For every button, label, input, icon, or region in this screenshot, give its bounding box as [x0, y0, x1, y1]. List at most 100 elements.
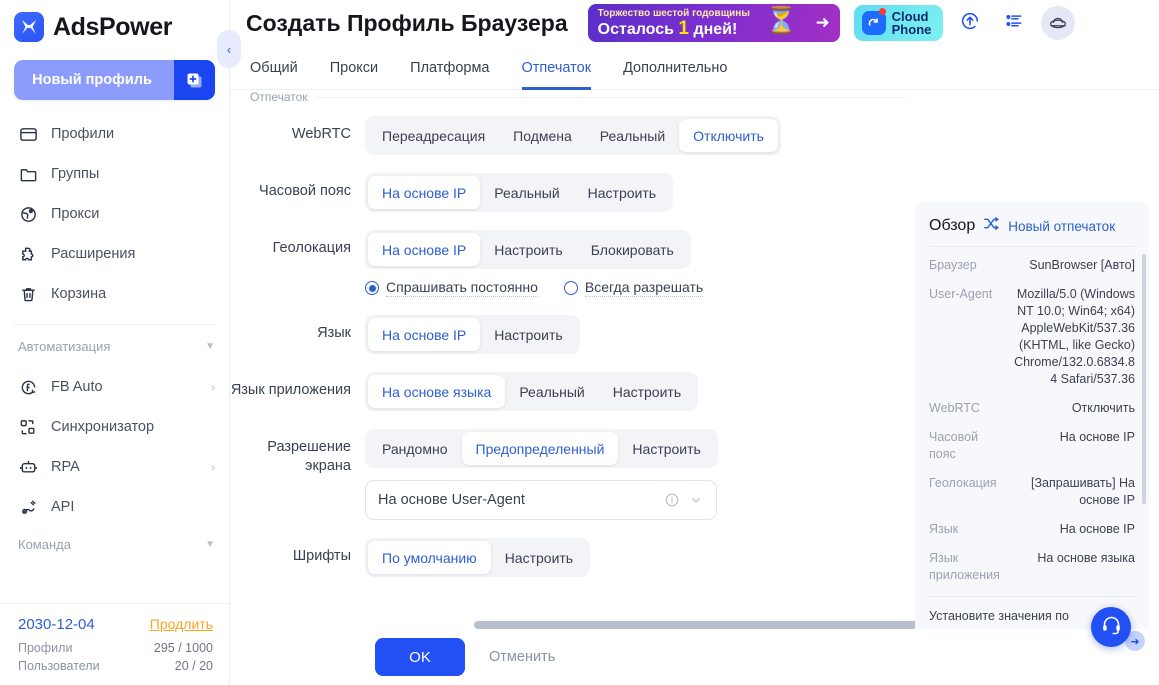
tab-proxy[interactable]: Прокси — [330, 46, 378, 90]
tab-general[interactable]: Общий — [250, 46, 298, 90]
overview-value: На основе IP — [1059, 430, 1135, 444]
promo-suffix: дней! — [693, 20, 738, 38]
app-language-option-0[interactable]: На основе языка — [368, 375, 506, 408]
sidebar-item-label: Профили — [51, 126, 115, 142]
overview-row-browser: Браузер SunBrowser [Авто] — [929, 257, 1135, 274]
sidebar-item-groups[interactable]: Группы — [0, 154, 229, 194]
geolocation-segmented-control: На основе IP Настроить Блокировать — [365, 230, 691, 269]
promo-arrow-icon[interactable]: ➜ — [812, 13, 834, 33]
anniversary-promo-banner[interactable]: Торжество шестой годовщины Осталось 1 дн… — [587, 4, 840, 42]
webrtc-option-3[interactable]: Отключить — [679, 119, 778, 152]
tab-fingerprint[interactable]: Отпечаток — [521, 46, 591, 90]
sidebar-item-label: API — [51, 499, 75, 515]
renew-link[interactable]: Продлить — [150, 616, 213, 632]
sidebar-item-api[interactable]: API — [0, 487, 229, 527]
geolocation-option-0[interactable]: На основе IP — [368, 233, 481, 266]
tab-additional[interactable]: Дополнительно — [623, 46, 727, 90]
dialog-footer: OK Отменить — [230, 629, 1159, 685]
sidebar-item-synchronizer[interactable]: Синхронизатор — [0, 407, 229, 447]
new-fingerprint-link[interactable]: Новый отпечаток — [1008, 219, 1115, 234]
webrtc-option-2[interactable]: Реальный — [586, 119, 679, 152]
avatar[interactable] — [1041, 6, 1076, 40]
sidebar-group-team[interactable]: Команда ▼ — [0, 527, 229, 561]
radio-selected-icon — [365, 281, 379, 295]
sidebar-divider — [14, 324, 215, 325]
language-option-0[interactable]: На основе IP — [368, 318, 481, 351]
radio-always-allow[interactable]: Всегда разрешать — [563, 279, 704, 297]
preferences-link[interactable]: Предпочтения — [1008, 628, 1091, 629]
sidebar-item-proxy[interactable]: Прокси — [0, 194, 229, 234]
overview-value: Mozilla/5.0 (Windows NT 10.0; Win64; x64… — [1014, 287, 1135, 386]
resolution-option-2[interactable]: Настроить — [618, 432, 714, 465]
app-language-option-2[interactable]: Настроить — [599, 375, 695, 408]
fonts-option-0[interactable]: По умолчанию — [368, 541, 491, 574]
resolution-option-1[interactable]: Предопределенный — [461, 432, 619, 465]
chevron-down-icon: ▼ — [205, 538, 215, 550]
chevron-down-icon[interactable] — [688, 492, 704, 508]
info-circle-icon[interactable] — [664, 492, 680, 508]
resolution-option-0[interactable]: Рандомно — [368, 432, 462, 465]
cloud-phone-line2: Phone — [891, 22, 932, 37]
radio-ask-always[interactable]: Спрашивать постоянно — [365, 279, 538, 297]
timezone-option-2[interactable]: Настроить — [574, 176, 670, 209]
sidebar-group-automation[interactable]: Автоматизация ▼ — [0, 329, 229, 363]
brand: AdsPower — [0, 0, 229, 48]
add-profile-icon[interactable] — [174, 60, 215, 100]
api-plug-icon — [18, 497, 39, 518]
app-root: AdsPower Новый профиль Профили Группы Пр… — [0, 0, 1159, 685]
tab-platform[interactable]: Платформа — [410, 46, 489, 90]
sidebar-item-label: RPA — [51, 459, 80, 475]
sidebar-item-profiles[interactable]: Профили — [0, 114, 229, 154]
screen-resolution-controls: Рандомно Предопределенный Настроить На о… — [365, 429, 718, 520]
sidebar-item-label: Корзина — [51, 286, 107, 302]
sidebar-item-rpa[interactable]: RPA › — [0, 447, 229, 487]
fonts-segmented-control: По умолчанию Настроить — [365, 538, 591, 577]
collapse-sidebar-button[interactable]: ‹ — [217, 30, 241, 68]
geolocation-option-1[interactable]: Настроить — [480, 233, 576, 266]
expiry-date: 2030-12-04 — [18, 616, 95, 633]
update-button[interactable] — [953, 6, 988, 40]
tab-bar: Общий Прокси Платформа Отпечаток Дополни… — [230, 46, 1159, 90]
radio-label: Спрашивать постоянно — [386, 279, 538, 297]
row-webrtc: WebRTC Переадресация Подмена Реальный От… — [230, 116, 1159, 155]
sidebar-item-extensions[interactable]: Расширения — [0, 234, 229, 274]
overview-row-geolocation: Геолокация [Запрашивать] На основе IP — [929, 475, 1135, 509]
ok-button[interactable]: OK — [375, 638, 465, 676]
sidebar-item-fb-auto[interactable]: FB Auto › — [0, 367, 229, 407]
task-list-button[interactable] — [997, 6, 1032, 40]
language-option-1[interactable]: Настроить — [480, 318, 576, 351]
timezone-option-1[interactable]: Реальный — [480, 176, 573, 209]
webrtc-option-0[interactable]: Переадресация — [368, 119, 499, 152]
overview-header: Обзор Новый отпечаток — [929, 216, 1135, 247]
overview-scrollbar[interactable] — [1142, 254, 1146, 504]
promo-days: 1 — [678, 17, 689, 39]
trash-icon — [18, 284, 39, 305]
sidebar-automation-items: FB Auto › Синхронизатор RPA › API — [0, 363, 229, 527]
resolution-select[interactable]: На основе User-Agent — [365, 480, 717, 520]
overview-rows: Браузер SunBrowser [Авто] User-Agent Moz… — [929, 247, 1135, 584]
timezone-option-0[interactable]: На основе IP — [368, 176, 481, 209]
chevron-left-icon: ‹ — [226, 41, 232, 57]
new-profile-button[interactable]: Новый профиль — [14, 60, 215, 100]
sidebar-group-label: Автоматизация — [18, 338, 111, 354]
overview-key: Браузер — [929, 258, 977, 272]
fonts-option-1[interactable]: Настроить — [491, 541, 587, 574]
overview-title: Обзор — [929, 217, 976, 234]
sidebar-footer: 2030-12-04 Продлить Профили 295 / 1000 П… — [0, 603, 229, 685]
geolocation-controls: На основе IP Настроить Блокировать Спраш… — [365, 230, 704, 297]
page-title: Создать Профиль Браузера — [246, 9, 568, 36]
support-button[interactable] — [1091, 607, 1131, 647]
facebook-auto-icon — [18, 377, 39, 398]
webrtc-option-1[interactable]: Подмена — [499, 119, 586, 152]
geolocation-option-2[interactable]: Блокировать — [577, 233, 688, 266]
shuffle-icon[interactable] — [983, 216, 1000, 236]
fieldset-divider — [316, 97, 906, 98]
task-list-icon — [1004, 10, 1025, 36]
app-language-option-1[interactable]: Реальный — [505, 375, 598, 408]
cancel-button[interactable]: Отменить — [489, 649, 555, 665]
sidebar-item-label: Прокси — [51, 206, 100, 222]
users-quota-label: Пользователи — [18, 659, 100, 673]
sidebar-item-trash[interactable]: Корзина — [0, 274, 229, 314]
sidebar-item-label: Синхронизатор — [51, 419, 155, 435]
cloud-phone-button[interactable]: Cloud Phone — [853, 5, 944, 41]
